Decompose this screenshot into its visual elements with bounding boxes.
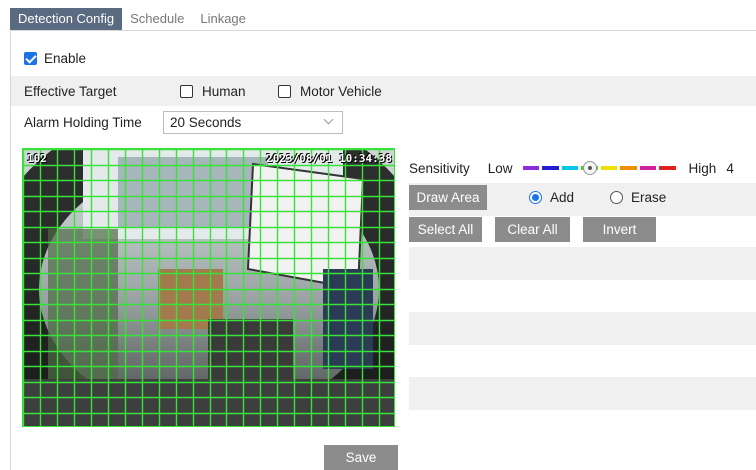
- sensitivity-segment: [522, 166, 540, 170]
- draw-area-button[interactable]: Draw Area: [409, 185, 487, 210]
- sensitivity-value: 4: [726, 160, 734, 176]
- sensitivity-high-label: High: [688, 160, 717, 176]
- alarm-holding-select[interactable]: 20 Seconds: [163, 111, 343, 134]
- motor-vehicle-checkbox[interactable]: [278, 84, 291, 98]
- tab-bar: Detection Config Schedule Linkage: [10, 8, 254, 30]
- invert-button[interactable]: Invert: [583, 217, 656, 242]
- human-label: Human: [202, 83, 246, 99]
- clear-all-button[interactable]: Clear All: [495, 217, 570, 242]
- tab-divider: [10, 30, 756, 31]
- sensitivity-segment: [542, 166, 559, 170]
- erase-radio[interactable]: [610, 191, 623, 204]
- alarm-holding-label: Alarm Holding Time: [24, 115, 142, 130]
- erase-label: Erase: [631, 190, 667, 205]
- chevron-down-icon: [323, 114, 334, 125]
- sensitivity-label: Sensitivity: [409, 160, 470, 176]
- sensitivity-segment: [659, 166, 676, 170]
- enable-checkbox[interactable]: [24, 51, 37, 65]
- timestamp-osd: 2023/08/01 10:34:38: [266, 152, 392, 165]
- select-all-button[interactable]: Select All: [409, 217, 482, 242]
- sensitivity-segment: [620, 166, 637, 170]
- tab-linkage[interactable]: Linkage: [192, 8, 254, 30]
- detection-grid: [23, 149, 394, 426]
- sensitivity-low-label: Low: [487, 160, 513, 176]
- sensitivity-row: Sensitivity Low High 4: [409, 158, 756, 178]
- enable-row: Enable: [11, 47, 756, 69]
- save-button[interactable]: Save: [324, 445, 398, 470]
- human-checkbox[interactable]: [180, 84, 193, 98]
- area-mode-group: Add Erase: [529, 190, 666, 205]
- enable-label: Enable: [44, 50, 87, 66]
- tab-detection-config[interactable]: Detection Config: [10, 8, 123, 30]
- sensitivity-segment: [639, 166, 657, 170]
- channel-osd: 102: [27, 152, 47, 165]
- alarm-holding-value: 20 Seconds: [170, 115, 242, 130]
- stripe-row: [409, 247, 756, 280]
- add-label: Add: [550, 190, 575, 205]
- video-preview[interactable]: 102 2023/08/01 10:34:38: [22, 148, 395, 427]
- sensitivity-segment: [600, 166, 618, 170]
- add-radio[interactable]: [529, 191, 542, 204]
- tab-schedule[interactable]: Schedule: [122, 8, 192, 30]
- sensitivity-slider-handle[interactable]: [582, 161, 597, 175]
- alarm-holding-row: Alarm Holding Time: [11, 111, 756, 134]
- effective-target-label: Effective Target: [24, 83, 117, 99]
- stripe-row: [409, 312, 756, 345]
- sensitivity-segment: [561, 166, 579, 170]
- effective-target-row: Effective Target Human Motor Vehicle: [11, 76, 756, 106]
- stripe-row: [409, 377, 756, 410]
- sensitivity-slider[interactable]: [522, 158, 679, 178]
- motor-vehicle-label: Motor Vehicle: [300, 83, 382, 99]
